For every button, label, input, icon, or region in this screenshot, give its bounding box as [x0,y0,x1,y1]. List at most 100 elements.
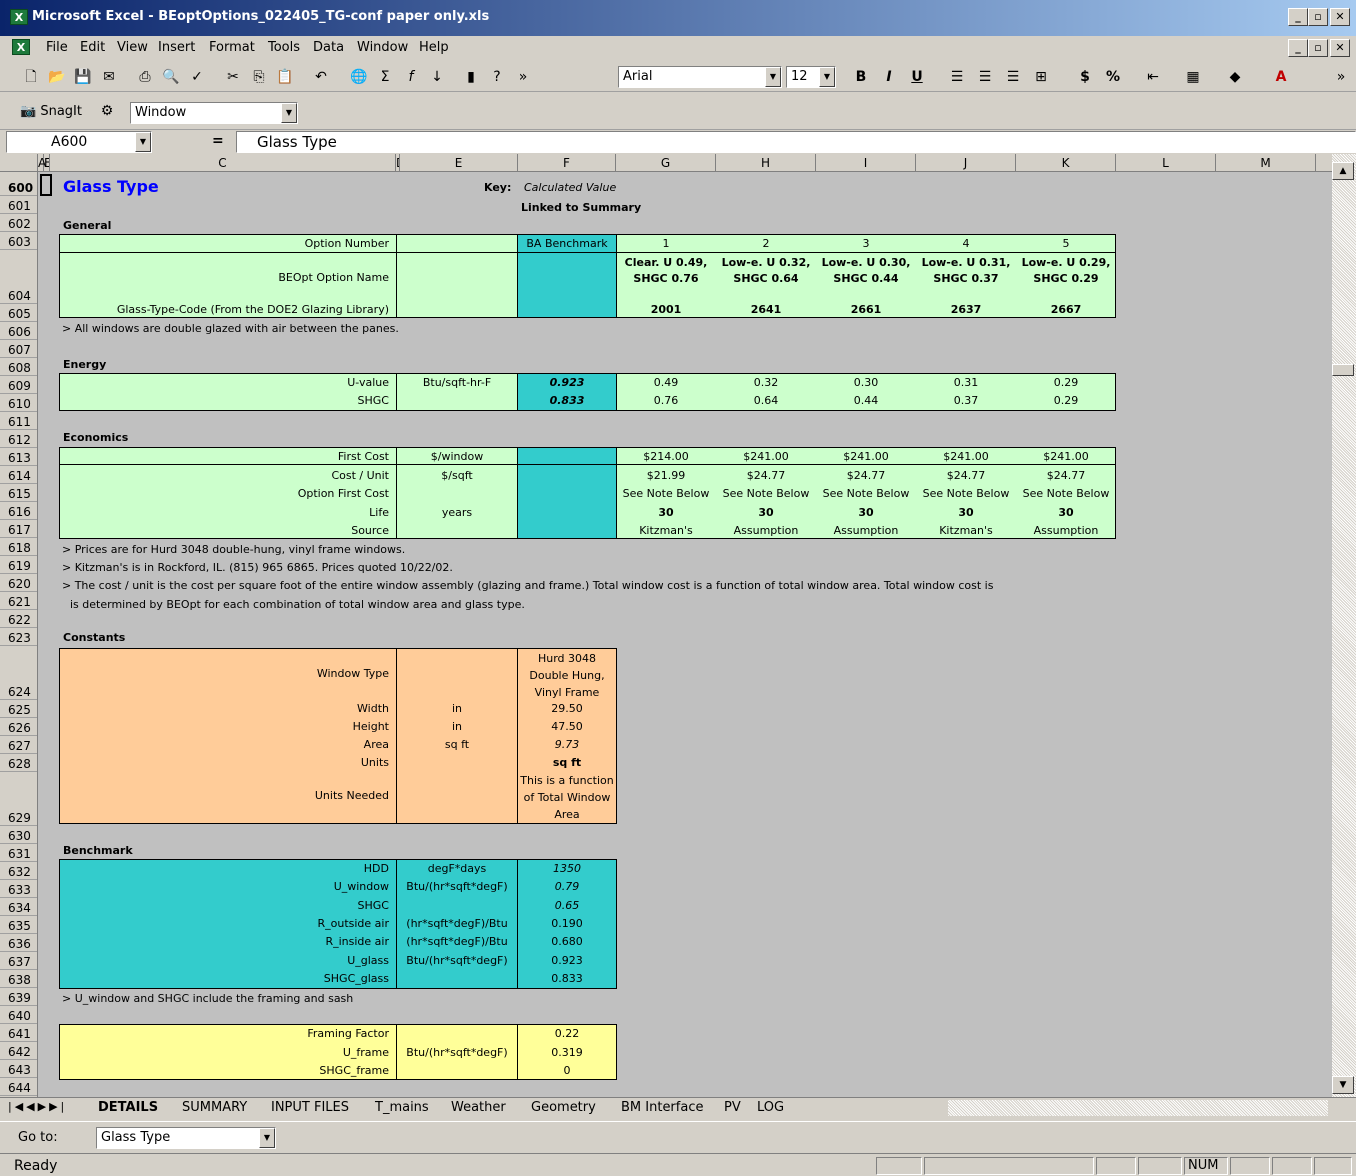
open-icon[interactable]: 📂 [46,66,68,88]
row-header[interactable]: 632 [0,862,37,880]
row-header[interactable]: 614 [0,466,37,484]
tab-details[interactable]: DETAILS [98,1100,158,1115]
column-header-h[interactable]: H [716,154,816,172]
function-icon[interactable]: f [400,66,422,88]
row-header[interactable]: 612 [0,430,37,448]
column-header-k[interactable]: K [1016,154,1116,172]
tab-scroll-arrows[interactable]: |◀◀▶▶| [8,1100,67,1113]
economics-value[interactable]: $24.77 [816,469,916,483]
menu-format[interactable]: Format [209,40,255,55]
new-icon[interactable]: 🗋 [20,66,42,88]
worksheet-grid[interactable]: Glass Type Key: Calculated Value Linked … [38,172,1332,1097]
column-header-f[interactable]: F [518,154,616,172]
row-header[interactable]: 607 [0,340,37,358]
economics-value[interactable]: Kitzman's [616,524,716,538]
row-header[interactable]: 609 [0,376,37,394]
scroll-thumb[interactable] [1332,364,1354,376]
economics-value[interactable]: See Note Below [616,487,716,501]
align-right-icon[interactable]: ☰ [1002,66,1024,88]
row-header[interactable]: 641 [0,1024,37,1042]
row-header[interactable]: 613 [0,448,37,466]
print-preview-icon[interactable]: 🔍 [160,66,182,88]
vertical-scrollbar[interactable]: ▲ ▼ [1332,154,1356,1097]
scroll-down-icon[interactable]: ▼ [1332,1076,1354,1094]
font-size-select[interactable]: 12 ▼ [786,66,836,88]
tab-bm-interface[interactable]: BM Interface [621,1100,703,1115]
row-header[interactable]: 625 [0,700,37,718]
toolbar-options-icon[interactable]: » [1330,66,1352,88]
doc-close-button[interactable]: ✕ [1330,39,1350,57]
row-header[interactable]: 620 [0,574,37,592]
hyperlink-icon[interactable]: 🌐 [348,66,370,88]
economics-value[interactable]: Kitzman's [916,524,1016,538]
row-header[interactable]: 603 [0,232,37,250]
energy-value[interactable]: 0.30 [816,376,916,390]
constants-value[interactable]: Hurd 3048 [518,652,616,666]
row-header[interactable]: 608 [0,358,37,376]
column-header-j[interactable]: J [916,154,1016,172]
row-header[interactable]: 644 [0,1078,37,1096]
snagit-button[interactable]: 📷 SnagIt [20,104,82,119]
bold-icon[interactable]: B [850,66,872,88]
energy-value[interactable]: 0.32 [716,376,816,390]
align-center-icon[interactable]: ☰ [974,66,996,88]
benchmark-value[interactable]: 0.680 [518,935,616,949]
row-header[interactable]: 638 [0,970,37,988]
tab-t-mains[interactable]: T_mains [375,1100,429,1115]
menu-help[interactable]: Help [419,40,449,55]
active-cell[interactable] [40,174,52,196]
row-header[interactable]: 640 [0,1006,37,1024]
row-header[interactable]: 634 [0,898,37,916]
row-header[interactable]: 618 [0,538,37,556]
constants-value[interactable]: 29.50 [518,702,616,716]
snagit-settings-icon[interactable]: ⚙ [96,100,118,122]
row-header[interactable]: 623 [0,628,37,646]
economics-value[interactable]: 30 [1016,506,1116,520]
energy-value[interactable]: 0.31 [916,376,1016,390]
energy-value[interactable]: 0.29 [1016,394,1116,408]
doc-minimize-button[interactable]: _ [1288,39,1308,57]
name-box[interactable]: A600 ▼ [6,131,152,153]
row-header[interactable]: 621 [0,592,37,610]
row-header[interactable]: 631 [0,844,37,862]
benchmark-value[interactable]: 0.923 [518,954,616,968]
goto-select[interactable]: Glass Type ▼ [96,1127,276,1149]
close-button[interactable]: ✕ [1330,8,1350,26]
row-header[interactable]: 633 [0,880,37,898]
row-header[interactable]: 622 [0,610,37,628]
email-icon[interactable]: ✉ [98,66,120,88]
economics-value[interactable]: See Note Below [1016,487,1116,501]
formula-equals[interactable]: = [212,133,224,149]
benchmark-value[interactable]: 0.190 [518,917,616,931]
font-name-select[interactable]: Arial ▼ [618,66,782,88]
column-header-i[interactable]: I [816,154,916,172]
row-header[interactable]: 602 [0,214,37,232]
menu-data[interactable]: Data [313,40,344,55]
row-header[interactable]: 642 [0,1042,37,1060]
energy-value[interactable]: 0.76 [616,394,716,408]
snagit-capture-select[interactable]: Window ▼ [130,102,298,124]
row-header[interactable]: 604 [0,250,37,304]
row-header[interactable]: 630 [0,826,37,844]
row-header[interactable]: 626 [0,718,37,736]
economics-value[interactable]: $241.00 [916,450,1016,464]
chevron-down-icon[interactable]: ▼ [259,1128,275,1148]
row-header[interactable]: 615 [0,484,37,502]
restore-button[interactable]: ▫ [1308,8,1328,26]
economics-value[interactable]: Assumption [816,524,916,538]
help-icon[interactable]: ? [486,66,508,88]
tab-summary[interactable]: SUMMARY [182,1100,247,1115]
economics-value[interactable]: $24.77 [916,469,1016,483]
doc-restore-button[interactable]: ▫ [1308,39,1328,57]
save-icon[interactable]: 💾 [72,66,94,88]
tab-log[interactable]: LOG [757,1100,784,1115]
font-color-icon[interactable]: A [1270,66,1292,88]
row-header[interactable]: 601 [0,196,37,214]
menu-view[interactable]: View [117,40,148,55]
currency-icon[interactable]: $ [1074,66,1096,88]
economics-value[interactable]: Assumption [1016,524,1116,538]
underline-icon[interactable]: U [906,66,928,88]
menu-window[interactable]: Window [357,40,408,55]
economics-value[interactable]: 30 [616,506,716,520]
constants-value[interactable]: Double Hung, [518,669,616,683]
